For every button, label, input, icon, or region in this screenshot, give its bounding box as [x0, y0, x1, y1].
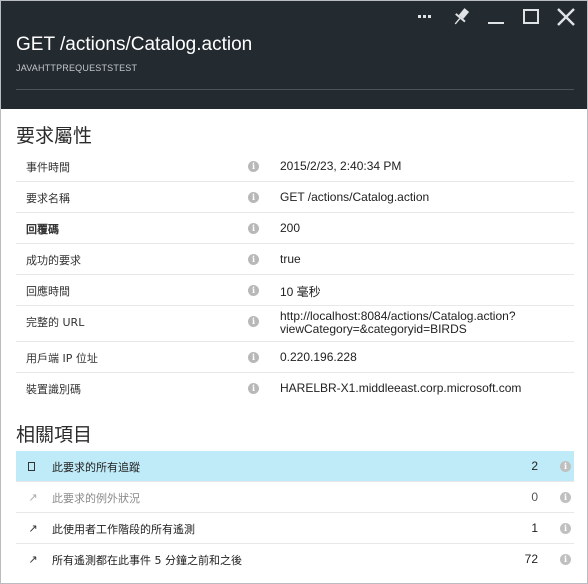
info-icon[interactable]: i: [560, 492, 571, 503]
related-item-count: 2: [531, 459, 538, 473]
property-value: true: [280, 252, 301, 266]
property-value: 10 毫秒: [280, 285, 321, 299]
related-item-count: 72: [524, 552, 538, 566]
info-icon[interactable]: i: [248, 285, 259, 296]
info-icon[interactable]: i: [248, 352, 259, 363]
property-row-response-time: 回應時間 i 10 毫秒: [16, 275, 574, 306]
arrow-icon: ↗: [28, 522, 38, 535]
request-details-blade: GET /actions/Catalog.action JAVAHTTPREQU…: [0, 0, 588, 584]
related-item-telemetry-5-min[interactable]: ↗ 所有遙測都在此事件 5 分鐘之前和之後 72 i: [16, 544, 574, 575]
related-item-count: 0: [531, 490, 538, 504]
related-item-label: 此要求的例外狀況: [52, 492, 140, 505]
arrow-icon: ↗: [28, 553, 38, 566]
property-label: 回應時間: [26, 285, 70, 298]
property-label: 事件時間: [26, 161, 70, 174]
request-properties-heading: 要求屬性: [16, 125, 93, 147]
related-item-label: 此使用者工作階段的所有遙測: [52, 523, 195, 536]
request-properties-table: 事件時間 i 2015/2/23, 2:40:34 PM 要求名稱 i GET …: [16, 151, 574, 404]
property-value: 2015/2/23, 2:40:34 PM: [280, 159, 402, 173]
property-row-response-code: 回覆碼 i 200: [16, 213, 574, 244]
property-row-request-name: 要求名稱 i GET /actions/Catalog.action: [16, 182, 574, 213]
property-label: 要求名稱: [26, 192, 70, 205]
blade-header: GET /actions/Catalog.action JAVAHTTPREQU…: [1, 1, 587, 109]
info-icon[interactable]: i: [560, 523, 571, 534]
related-item-exceptions[interactable]: ↗ 此要求的例外狀況 0 i: [16, 482, 574, 513]
info-icon[interactable]: i: [248, 316, 259, 327]
related-item-label: 此要求的所有追蹤: [52, 461, 140, 474]
url-line-2: viewCategory=&categoryid=BIRDS: [280, 322, 467, 336]
trace-document-icon: [28, 462, 35, 471]
property-label: 裝置識別碼: [26, 383, 81, 396]
property-row-full-url: 完整的 URL i http://localhost:8084/actions/…: [16, 306, 574, 342]
blade-subtitle: JAVAHTTPREQUESTSTEST: [16, 63, 138, 73]
property-label: 成功的要求: [26, 254, 81, 267]
property-row-success: 成功的要求 i true: [16, 244, 574, 275]
property-label: 用戶端 IP 位址: [26, 352, 98, 365]
info-icon[interactable]: i: [560, 461, 571, 472]
property-value[interactable]: http://localhost:8084/actions/Catalog.ac…: [280, 310, 560, 336]
property-row-device-id: 裝置識別碼 i HARELBR-X1.middleeast.corp.micro…: [16, 373, 574, 404]
info-icon[interactable]: i: [248, 254, 259, 265]
blade-title: GET /actions/Catalog.action: [16, 34, 253, 55]
related-item-label: 所有遙測都在此事件 5 分鐘之前和之後: [52, 554, 242, 567]
info-icon[interactable]: i: [248, 223, 259, 234]
related-items-heading: 相關項目: [16, 424, 93, 446]
property-value: GET /actions/Catalog.action: [280, 190, 430, 204]
info-icon[interactable]: i: [248, 161, 259, 172]
window-controls: [415, 4, 577, 30]
property-label: 回覆碼: [26, 223, 59, 236]
more-icon[interactable]: [415, 6, 437, 28]
maximize-icon[interactable]: [520, 6, 542, 28]
related-item-all-traces[interactable]: 此要求的所有追蹤 2 i: [16, 451, 574, 482]
property-label: 完整的 URL: [26, 316, 85, 329]
minimize-icon[interactable]: [485, 6, 507, 28]
property-value: HARELBR-X1.middleeast.corp.microsoft.com: [280, 381, 522, 395]
property-row-client-ip: 用戶端 IP 位址 i 0.220.196.228: [16, 342, 574, 373]
close-icon[interactable]: [555, 6, 577, 28]
info-icon[interactable]: i: [248, 192, 259, 203]
pin-icon[interactable]: [450, 6, 472, 28]
related-item-count: 1: [531, 521, 538, 535]
info-icon[interactable]: i: [248, 383, 259, 394]
info-icon[interactable]: i: [560, 554, 571, 565]
related-item-session-telemetry[interactable]: ↗ 此使用者工作階段的所有遙測 1 i: [16, 513, 574, 544]
header-divider: [16, 89, 574, 90]
property-value: 200: [280, 221, 301, 235]
arrow-icon: ↗: [28, 491, 38, 504]
related-items-list: 此要求的所有追蹤 2 i ↗ 此要求的例外狀況 0 i ↗ 此使用者工作階段的所…: [16, 451, 574, 575]
property-value: 0.220.196.228: [280, 350, 357, 364]
property-row-event-time: 事件時間 i 2015/2/23, 2:40:34 PM: [16, 151, 574, 182]
